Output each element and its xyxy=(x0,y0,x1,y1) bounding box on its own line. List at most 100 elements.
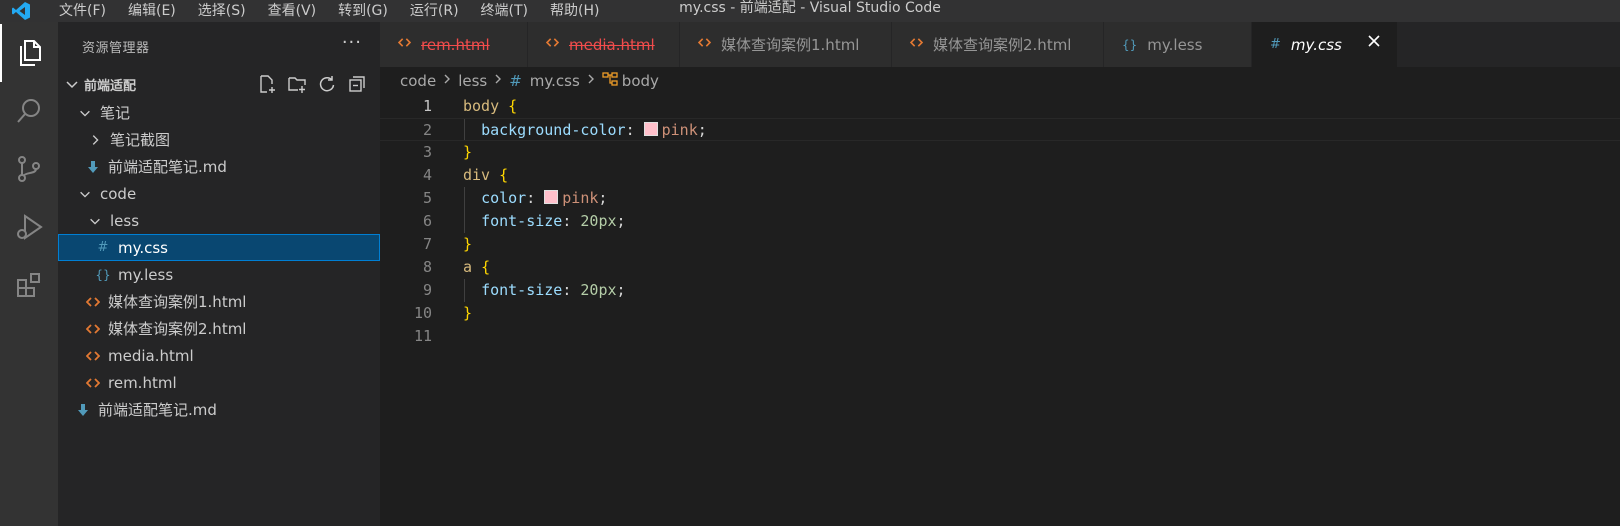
breadcrumb-item-less[interactable]: less xyxy=(458,72,487,90)
explorer-header: 资源管理器 ··· xyxy=(58,22,380,70)
color-swatch[interactable] xyxy=(643,122,658,136)
code-line[interactable]: 6 font-size: 20px; xyxy=(380,210,1620,233)
code-line[interactable]: 2 background-color: pink; xyxy=(380,118,1620,141)
code-token: { xyxy=(481,258,491,276)
code-text: font-size: 20px; xyxy=(463,279,626,302)
title-bar: 文件(F) 编辑(E) 选择(S) 查看(V) 转到(G) 运行(R) 终端(T… xyxy=(0,0,1620,22)
code-line[interactable]: 9 font-size: 20px; xyxy=(380,279,1620,302)
color-swatch[interactable] xyxy=(544,190,559,204)
breadcrumb: code less # my.css body xyxy=(380,67,1620,95)
html-code-icon xyxy=(545,37,560,52)
menu-file[interactable]: 文件(F) xyxy=(48,0,117,22)
code-editor[interactable]: 1 body {2 background-color: pink; 3} 4 div {… xyxy=(380,95,1620,526)
tab-media-html[interactable]: media.html xyxy=(528,22,680,67)
tree-file-html[interactable]: 媒体查询案例1.html xyxy=(58,288,380,315)
new-file-icon[interactable] xyxy=(256,73,278,95)
breadcrumb-item-symbol[interactable]: body xyxy=(602,71,659,91)
tree-folder-screenshots[interactable]: 笔记截图 xyxy=(58,126,380,153)
code-line[interactable]: 10} xyxy=(380,302,1620,325)
code-token: pink xyxy=(661,121,698,139)
code-text: div { xyxy=(463,164,508,187)
menu-run[interactable]: 运行(R) xyxy=(399,0,470,22)
breadcrumb-item-file[interactable]: # my.css xyxy=(509,72,580,90)
code-token: { xyxy=(508,97,518,115)
code-token: ; xyxy=(598,189,608,207)
code-token: : xyxy=(562,281,581,299)
menu-selection[interactable]: 选择(S) xyxy=(187,0,257,22)
code-line[interactable]: 1 body { xyxy=(380,95,1620,118)
tree-file-md[interactable]: 前端适配笔记.md xyxy=(58,153,380,180)
code-line[interactable]: 4 div { xyxy=(380,164,1620,187)
symbol-structure-icon xyxy=(602,71,618,91)
tab-my-less[interactable]: {} my.less xyxy=(1104,22,1252,67)
tab-media-query-1[interactable]: 媒体查询案例1.html xyxy=(680,22,892,67)
tree-folder-less[interactable]: less xyxy=(58,207,380,234)
menu-help[interactable]: 帮助(H) xyxy=(539,0,610,22)
tree-file-my-less[interactable]: {} my.less xyxy=(58,261,380,288)
breadcrumb-item-code[interactable]: code xyxy=(400,72,436,90)
menu-edit[interactable]: 编辑(E) xyxy=(117,0,187,22)
html-code-icon xyxy=(909,37,924,52)
tree-folder-code[interactable]: code xyxy=(58,180,380,207)
code-line[interactable]: 5 color: pink; xyxy=(380,187,1620,210)
more-actions-icon[interactable]: ··· xyxy=(342,32,362,53)
tree-file-html[interactable]: rem.html xyxy=(58,369,380,396)
tree-label: code xyxy=(100,184,137,203)
tab-label: 媒体查询案例1.html xyxy=(721,36,860,54)
chevron-right-icon xyxy=(493,73,503,89)
tree-label: my.css xyxy=(118,238,168,257)
tree-file-md[interactable]: 前端适配笔记.md xyxy=(58,396,380,423)
files-icon[interactable] xyxy=(0,24,58,82)
chevron-right-icon xyxy=(586,73,596,89)
line-number: 2 xyxy=(422,121,432,139)
line-number: 1 xyxy=(422,97,432,115)
code-text: color: pink; xyxy=(463,187,607,210)
menu-terminal[interactable]: 终端(T) xyxy=(470,0,539,22)
code-line[interactable]: 11 xyxy=(380,325,1620,348)
menu-go[interactable]: 转到(G) xyxy=(327,0,399,22)
run-debug-icon[interactable] xyxy=(0,198,58,256)
menu-view[interactable]: 查看(V) xyxy=(257,0,328,22)
less-braces-icon: {} xyxy=(95,267,111,282)
code-token: font-size xyxy=(481,212,563,230)
refresh-icon[interactable] xyxy=(316,73,338,95)
code-token: : xyxy=(625,121,644,139)
tab-rem-html[interactable]: rem.html xyxy=(380,22,528,67)
code-token: } xyxy=(463,304,473,322)
line-number: 4 xyxy=(422,166,432,184)
code-token: color xyxy=(481,189,527,207)
code-line[interactable]: 7} xyxy=(380,233,1620,256)
chevron-down-icon xyxy=(76,187,94,201)
code-line[interactable]: 3} xyxy=(380,141,1620,164)
close-icon[interactable] xyxy=(1367,32,1381,53)
code-token: ; xyxy=(616,281,626,299)
code-token: { xyxy=(499,166,509,184)
tab-media-query-2[interactable]: 媒体查询案例2.html xyxy=(892,22,1104,67)
html-code-icon xyxy=(84,323,102,335)
code-text: background-color: pink; xyxy=(463,119,707,142)
collapse-all-icon[interactable] xyxy=(346,73,368,95)
workspace-folder-header[interactable]: 前端适配 xyxy=(58,70,380,98)
chevron-right-icon xyxy=(86,133,104,147)
tree-file-html[interactable]: media.html xyxy=(58,342,380,369)
chevron-down-icon xyxy=(86,214,104,228)
tab-my-css[interactable]: # my.css xyxy=(1252,22,1398,67)
search-icon[interactable] xyxy=(0,82,58,140)
code-token: body xyxy=(463,97,500,115)
chevron-right-icon xyxy=(442,73,452,89)
vscode-logo-icon[interactable] xyxy=(8,0,34,22)
code-token: 20px xyxy=(580,212,617,230)
tree-file-my-css[interactable]: # my.css xyxy=(58,234,380,261)
code-line[interactable]: 8 a { xyxy=(380,256,1620,279)
source-control-icon[interactable] xyxy=(0,140,58,198)
tree-label: 笔记 xyxy=(100,104,131,122)
tab-label: media.html xyxy=(569,35,655,54)
new-folder-icon[interactable] xyxy=(286,73,308,95)
extensions-icon[interactable] xyxy=(0,256,58,314)
line-number: 7 xyxy=(422,235,432,253)
tree-file-html[interactable]: 媒体查询案例2.html xyxy=(58,315,380,342)
line-number: 10 xyxy=(413,304,432,322)
tree-folder-notes[interactable]: 笔记 xyxy=(58,99,380,126)
